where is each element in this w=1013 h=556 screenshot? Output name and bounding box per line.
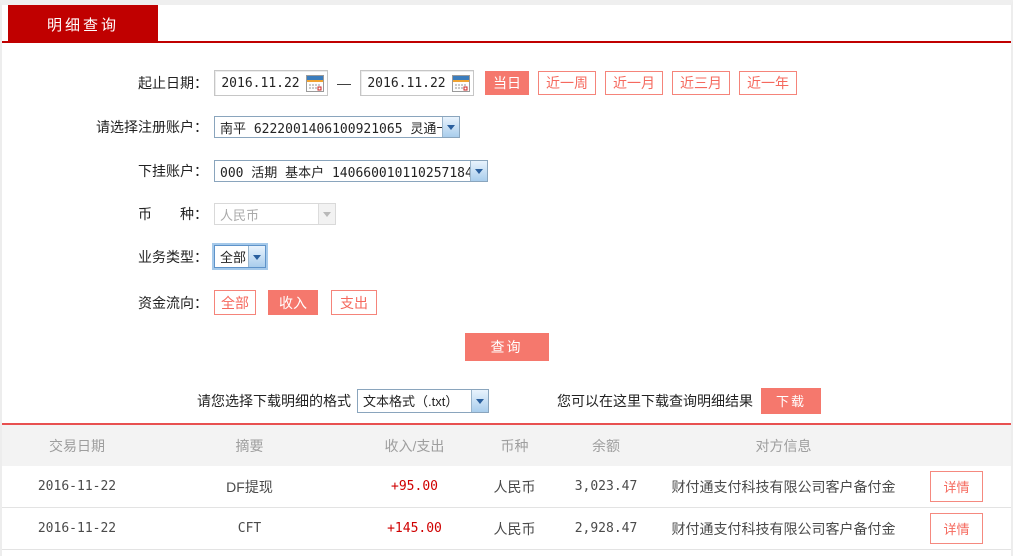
cell-counterparty: 财付通支付科技有限公司客户备付金: [671, 478, 896, 495]
sub-account-row: 下挂账户： 000 活期 基本户 1406600101102571848: [2, 160, 1011, 182]
currency-label: 币 种：: [138, 206, 208, 222]
sub-account-select[interactable]: 000 活期 基本户 1406600101102571848: [214, 160, 488, 182]
end-date-value: 2016.11.22: [367, 75, 446, 91]
cell-action: 详情: [902, 471, 1011, 502]
table-row: 2016-11-22 CFT +145.00 人民币 2,928.47 财付通支…: [2, 508, 1011, 550]
tab-label: 明细查询: [46, 16, 119, 34]
cell-currency: 人民币: [493, 478, 536, 495]
detail-button[interactable]: 详情: [930, 471, 983, 502]
start-date-value: 2016.11.22: [221, 75, 300, 91]
chevron-down-icon[interactable]: [470, 161, 487, 181]
cell-currency: 人民币: [493, 520, 536, 537]
quick-range-quarter-button[interactable]: 近三月: [672, 71, 730, 95]
tab-bar: 明细查询: [2, 5, 1011, 43]
register-account-row: 请选择注册账户： 南平 6222001406100921065 灵通卡: [2, 116, 1011, 138]
cell-amount: +95.00: [391, 479, 438, 494]
currency-value: 人民币: [220, 208, 260, 224]
cell-amount: +145.00: [387, 521, 442, 536]
download-button[interactable]: 下载: [761, 387, 821, 414]
header-counterparty: 对方信息: [755, 437, 812, 454]
download-format-value: 文本格式（.txt）: [363, 394, 459, 409]
cell-trade-date: 2016-11-22: [37, 521, 117, 536]
register-account-select[interactable]: 南平 6222001406100921065 灵通卡: [214, 116, 460, 138]
end-date-input[interactable]: 2016.11.22: [360, 70, 474, 96]
chevron-down-icon: [318, 204, 335, 224]
cell-action: 详情: [902, 513, 1011, 544]
quick-range-week-button[interactable]: 近一周: [538, 71, 596, 95]
download-format-label: 请您选择下载明细的格式: [197, 392, 351, 409]
query-button[interactable]: 查询: [464, 333, 549, 361]
business-type-label: 业务类型：: [138, 248, 208, 265]
header-trade-date: 交易日期: [49, 437, 105, 454]
fund-flow-label: 资金流向：: [138, 294, 208, 311]
header-currency: 币种: [500, 437, 529, 454]
quick-range-year-button[interactable]: 近一年: [739, 71, 797, 95]
header-amount: 收入/支出: [384, 437, 445, 454]
fund-flow-all-button[interactable]: 全部: [214, 290, 256, 315]
sub-account-label: 下挂账户：: [138, 163, 208, 179]
detail-button[interactable]: 详情: [930, 513, 983, 544]
table-header-row: 交易日期 摘要 收入/支出 币种 余额 对方信息: [2, 425, 1011, 466]
business-type-select[interactable]: 全部: [214, 245, 266, 268]
header-summary: 摘要: [235, 437, 264, 454]
download-format-select[interactable]: 文本格式（.txt）: [357, 388, 489, 413]
date-range-separator: —: [337, 75, 351, 91]
date-range-row: 起止日期： 2016.11.22 — 2016.11.22 当日 近一周 近一月…: [2, 70, 1011, 96]
query-form: 起止日期： 2016.11.22 — 2016.11.22 当日 近一周 近一月…: [2, 43, 1011, 414]
calendar-icon[interactable]: [452, 74, 470, 92]
chevron-down-icon[interactable]: [442, 117, 459, 137]
fund-flow-expense-button[interactable]: 支出: [331, 290, 377, 315]
fund-flow-income-button[interactable]: 收入: [268, 290, 318, 315]
currency-select: 人民币: [214, 203, 336, 225]
download-hint: 您可以在这里下载查询明细结果: [557, 392, 753, 409]
cell-balance: 2,928.47: [574, 521, 638, 536]
chevron-down-icon[interactable]: [248, 246, 265, 267]
chevron-down-icon[interactable]: [471, 389, 488, 412]
cell-balance: 3,023.47: [574, 479, 638, 494]
cell-counterparty: 财付通支付科技有限公司客户备付金: [671, 520, 896, 537]
cell-summary: CFT: [237, 521, 262, 536]
register-account-value: 南平 6222001406100921065 灵通卡: [220, 121, 442, 137]
quick-range-today-button[interactable]: 当日: [485, 71, 529, 95]
download-row: 请您选择下载明细的格式 文本格式（.txt） 您可以在这里下载查询明细结果 下载: [197, 387, 1011, 414]
cell-trade-date: 2016-11-22: [37, 479, 117, 494]
date-range-label: 起止日期：: [138, 75, 208, 91]
currency-row: 币 种： 人民币: [2, 203, 1011, 225]
query-button-row: 查询: [2, 333, 1011, 361]
calendar-icon[interactable]: [306, 74, 324, 92]
fund-flow-row: 资金流向： 全部 收入 支出: [2, 290, 1011, 315]
sub-account-value: 000 活期 基本户 1406600101102571848: [220, 165, 470, 181]
quick-range-month-button[interactable]: 近一月: [605, 71, 663, 95]
business-type-value: 全部: [220, 250, 247, 265]
detail-query-page: 明细查询 起止日期： 2016.11.22 — 2016.11.22 当日 近一…: [0, 0, 1013, 556]
business-type-row: 业务类型： 全部: [2, 245, 1011, 268]
start-date-input[interactable]: 2016.11.22: [214, 70, 328, 96]
header-balance: 余额: [592, 437, 620, 454]
table-row: 2016-11-22 DF提现 +95.00 人民币 3,023.47 财付通支…: [2, 466, 1011, 508]
register-account-label: 请选择注册账户：: [96, 119, 208, 135]
cell-summary: DF提现: [226, 478, 273, 495]
tab-detail-query[interactable]: 明细查询: [8, 5, 158, 43]
